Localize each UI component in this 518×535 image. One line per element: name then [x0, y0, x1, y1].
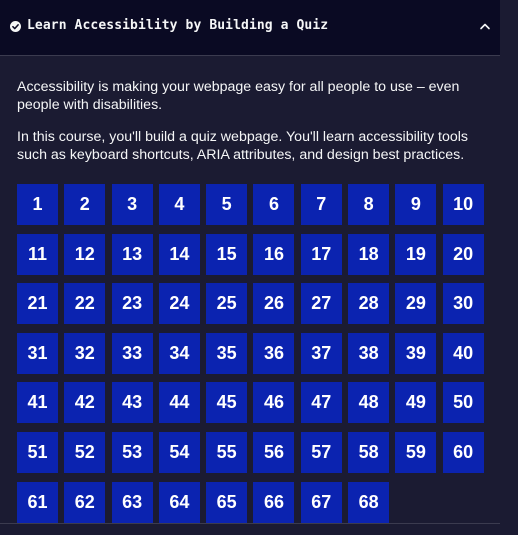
- step-button-66[interactable]: 66: [253, 481, 295, 523]
- course-header[interactable]: Learn Accessibility by Building a Quiz: [0, 0, 500, 56]
- step-button-56[interactable]: 56: [253, 431, 295, 473]
- step-button-60[interactable]: 60: [442, 431, 484, 473]
- step-button-1[interactable]: 1: [17, 184, 58, 225]
- step-button-18[interactable]: 18: [348, 233, 390, 275]
- step-button-65[interactable]: 65: [206, 481, 248, 523]
- step-button-51[interactable]: 51: [17, 431, 58, 473]
- step-button-6[interactable]: 6: [253, 184, 295, 225]
- course-panel: Learn Accessibility by Building a Quiz A…: [0, 0, 500, 535]
- step-button-15[interactable]: 15: [206, 233, 248, 275]
- step-button-24[interactable]: 24: [158, 283, 200, 325]
- step-button-32[interactable]: 32: [64, 332, 106, 374]
- step-button-3[interactable]: 3: [111, 184, 153, 225]
- step-button-47[interactable]: 47: [300, 382, 342, 424]
- step-button-21[interactable]: 21: [17, 283, 58, 325]
- step-button-54[interactable]: 54: [158, 431, 200, 473]
- step-button-39[interactable]: 39: [395, 332, 437, 374]
- step-button-52[interactable]: 52: [64, 431, 106, 473]
- course-body: Accessibility is making your webpage eas…: [0, 56, 500, 535]
- step-button-46[interactable]: 46: [253, 382, 295, 424]
- step-button-28[interactable]: 28: [348, 283, 390, 325]
- step-button-58[interactable]: 58: [348, 431, 390, 473]
- chevron-up-icon[interactable]: [479, 22, 491, 30]
- step-button-59[interactable]: 59: [395, 431, 437, 473]
- step-button-13[interactable]: 13: [111, 233, 153, 275]
- step-button-22[interactable]: 22: [64, 283, 106, 325]
- step-button-25[interactable]: 25: [206, 283, 248, 325]
- scrollbar-track[interactable]: [500, 0, 518, 535]
- step-button-33[interactable]: 33: [111, 332, 153, 374]
- step-button-20[interactable]: 20: [442, 233, 484, 275]
- step-button-17[interactable]: 17: [300, 233, 342, 275]
- step-button-12[interactable]: 12: [64, 233, 106, 275]
- step-button-44[interactable]: 44: [158, 382, 200, 424]
- step-button-35[interactable]: 35: [206, 332, 248, 374]
- step-button-38[interactable]: 38: [348, 332, 390, 374]
- step-button-26[interactable]: 26: [253, 283, 295, 325]
- step-button-53[interactable]: 53: [111, 431, 153, 473]
- step-button-31[interactable]: 31: [17, 332, 58, 374]
- step-button-8[interactable]: 8: [348, 184, 390, 225]
- step-button-10[interactable]: 10: [442, 184, 484, 225]
- step-button-63[interactable]: 63: [111, 481, 153, 523]
- step-button-11[interactable]: 11: [17, 233, 58, 275]
- step-button-34[interactable]: 34: [158, 332, 200, 374]
- step-button-7[interactable]: 7: [300, 184, 342, 225]
- step-button-30[interactable]: 30: [442, 283, 484, 325]
- step-button-43[interactable]: 43: [111, 382, 153, 424]
- step-grid: 1 2 3 4 5 6 7 8 9 10 11 12 13 14 15 16 17 18 19 20 21 22 23 24 2…: [17, 184, 492, 523]
- step-button-67[interactable]: 67: [300, 481, 342, 523]
- step-button-57[interactable]: 57: [300, 431, 342, 473]
- course-summary-text: In this course, you'll build a quiz webp…: [17, 129, 469, 163]
- step-button-61[interactable]: 61: [17, 481, 58, 523]
- step-button-37[interactable]: 37: [300, 332, 342, 374]
- step-button-45[interactable]: 45: [206, 382, 248, 424]
- step-button-19[interactable]: 19: [395, 233, 437, 275]
- step-button-40[interactable]: 40: [442, 332, 484, 374]
- course-intro-text: Accessibility is making your webpage eas…: [17, 79, 460, 113]
- step-button-68[interactable]: 68: [348, 481, 390, 523]
- step-button-41[interactable]: 41: [17, 382, 58, 424]
- step-button-14[interactable]: 14: [158, 233, 200, 275]
- step-button-48[interactable]: 48: [348, 382, 390, 424]
- step-button-62[interactable]: 62: [64, 481, 106, 523]
- step-button-16[interactable]: 16: [253, 233, 295, 275]
- step-button-49[interactable]: 49: [395, 382, 437, 424]
- course-title: Learn Accessibility by Building a Quiz: [27, 18, 329, 33]
- check-circle-icon: [10, 21, 21, 32]
- step-button-42[interactable]: 42: [64, 382, 106, 424]
- step-button-9[interactable]: 9: [395, 184, 437, 225]
- step-button-29[interactable]: 29: [395, 283, 437, 325]
- divider: [0, 523, 500, 524]
- step-button-5[interactable]: 5: [206, 184, 248, 225]
- step-button-55[interactable]: 55: [206, 431, 248, 473]
- step-button-4[interactable]: 4: [158, 184, 200, 225]
- step-button-64[interactable]: 64: [158, 481, 200, 523]
- step-button-50[interactable]: 50: [442, 382, 484, 424]
- step-button-27[interactable]: 27: [300, 283, 342, 325]
- step-button-23[interactable]: 23: [111, 283, 153, 325]
- step-button-2[interactable]: 2: [64, 184, 106, 225]
- step-button-36[interactable]: 36: [253, 332, 295, 374]
